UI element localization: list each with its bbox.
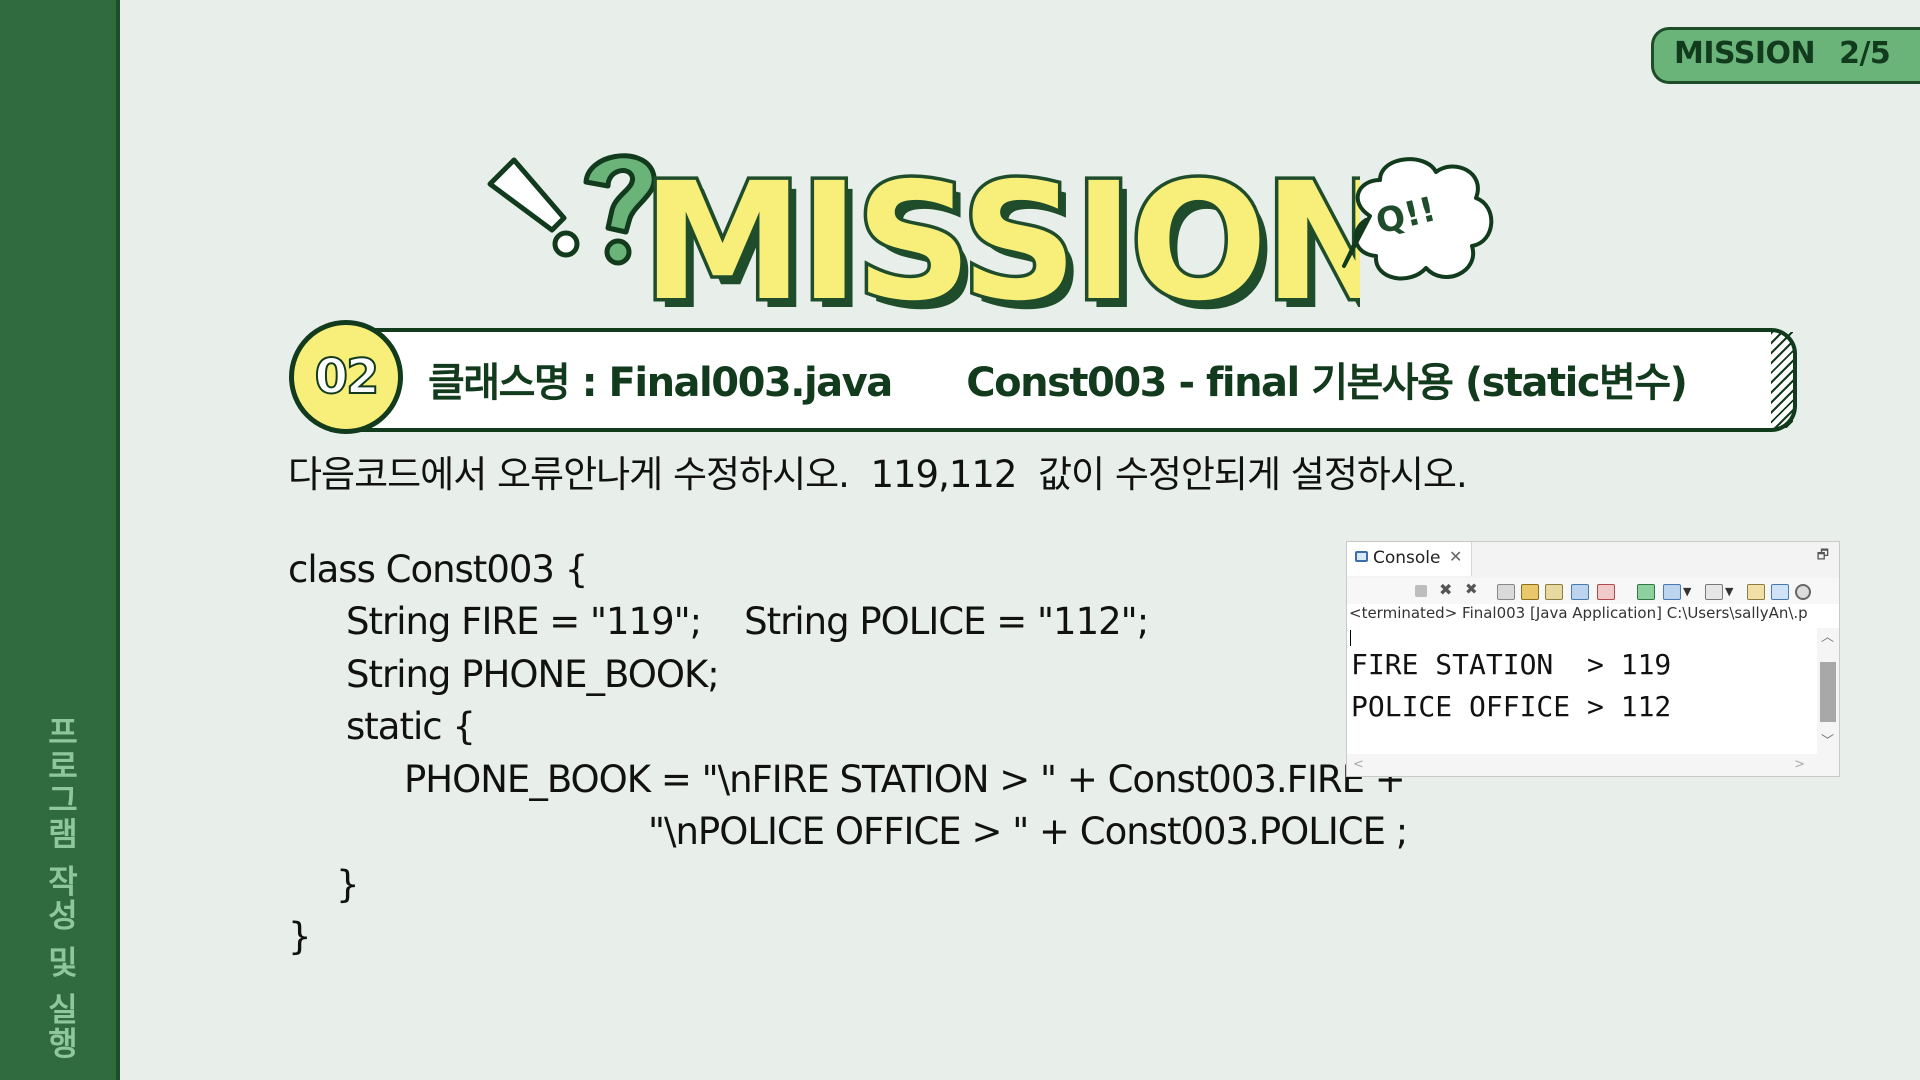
console-output-line: POLICE OFFICE > 112 bbox=[1351, 690, 1672, 723]
console-tab-bar: Console ✕ 🗗 bbox=[1347, 542, 1839, 578]
pin-console-icon[interactable] bbox=[1637, 584, 1655, 600]
tab-console[interactable]: Console ✕ bbox=[1347, 542, 1472, 576]
vertical-section-title: 프로그램 작성 및 실행 bbox=[42, 715, 80, 1061]
instruction-text: 다음코드에서 오류안나게 수정하시오. 119,112 값이 수정안되게 설정하… bbox=[288, 453, 1468, 496]
console-icon bbox=[1355, 551, 1368, 562]
chevron-down-icon[interactable]: ▼ bbox=[1725, 585, 1741, 599]
show-stdout-icon[interactable] bbox=[1571, 584, 1589, 600]
show-stderr-icon[interactable] bbox=[1597, 584, 1615, 600]
code-line: String FIRE = "119"; String POLICE = "11… bbox=[346, 600, 1149, 643]
code-line: PHONE_BOOK = "\nFIRE STATION > " + Const… bbox=[404, 758, 1406, 801]
code-line: String PHONE_BOOK; bbox=[346, 653, 720, 696]
copy-icon[interactable] bbox=[1747, 584, 1765, 600]
code-line: } bbox=[288, 915, 312, 958]
code-line: } bbox=[336, 863, 360, 906]
find-icon[interactable] bbox=[1771, 584, 1789, 600]
remove-all-icon[interactable]: ✖ bbox=[1465, 580, 1481, 598]
stop-icon[interactable] bbox=[1415, 585, 1427, 597]
banner-hatch-decoration bbox=[1771, 332, 1793, 428]
open-console-icon[interactable] bbox=[1705, 584, 1723, 600]
console-output: FIRE STATION > 119 POLICE OFFICE > 112 bbox=[1351, 644, 1671, 728]
scroll-lock-icon[interactable] bbox=[1521, 584, 1539, 600]
chevron-up-icon[interactable]: ︿ bbox=[1821, 626, 1834, 645]
mission-number: 02 bbox=[314, 348, 381, 406]
clear-console-icon[interactable] bbox=[1497, 584, 1515, 600]
code-line: class Const003 { bbox=[288, 548, 588, 591]
scrollbar-thumb[interactable] bbox=[1820, 662, 1836, 722]
console-window: Console ✕ 🗗 ✖ ✖ ▼ ▼ <terminated> Final00… bbox=[1346, 541, 1840, 777]
mission-hero-title: MISSION MISSION bbox=[640, 146, 1360, 327]
mission-number-circle: 02 bbox=[289, 320, 403, 434]
chevron-right-icon[interactable]: > bbox=[1794, 757, 1805, 772]
horizontal-scrollbar[interactable]: < > bbox=[1347, 754, 1839, 776]
console-tab-label: Console bbox=[1373, 548, 1441, 568]
console-output-line: FIRE STATION > 119 bbox=[1351, 648, 1672, 681]
close-icon[interactable]: ✕ bbox=[1449, 547, 1462, 566]
exclamation-icon bbox=[487, 157, 580, 258]
sidebar-edge bbox=[116, 0, 120, 1080]
display-console-icon[interactable] bbox=[1663, 584, 1681, 600]
word-wrap-icon[interactable] bbox=[1545, 584, 1563, 600]
mission-progress-text: MISSION 2/5 bbox=[1674, 36, 1891, 71]
code-line: "\nPOLICE OFFICE > " + Const003.POLICE ; bbox=[648, 810, 1408, 853]
chevron-down-icon[interactable]: ﹀ bbox=[1821, 730, 1834, 749]
remove-launch-icon[interactable]: ✖ bbox=[1439, 580, 1455, 599]
code-line: static { bbox=[346, 705, 476, 748]
chevron-down-icon[interactable]: ▼ bbox=[1683, 585, 1699, 599]
chevron-left-icon[interactable]: < bbox=[1353, 757, 1364, 772]
console-status: <terminated> Final003 [Java Application]… bbox=[1349, 604, 1808, 622]
banner-text: 클래스명 : Final003.java Const003 - final 기본… bbox=[428, 360, 1688, 406]
gear-icon[interactable] bbox=[1795, 584, 1811, 600]
mission-hero-text: MISSION bbox=[642, 149, 1360, 326]
restore-icon[interactable]: 🗗 bbox=[1817, 546, 1829, 568]
